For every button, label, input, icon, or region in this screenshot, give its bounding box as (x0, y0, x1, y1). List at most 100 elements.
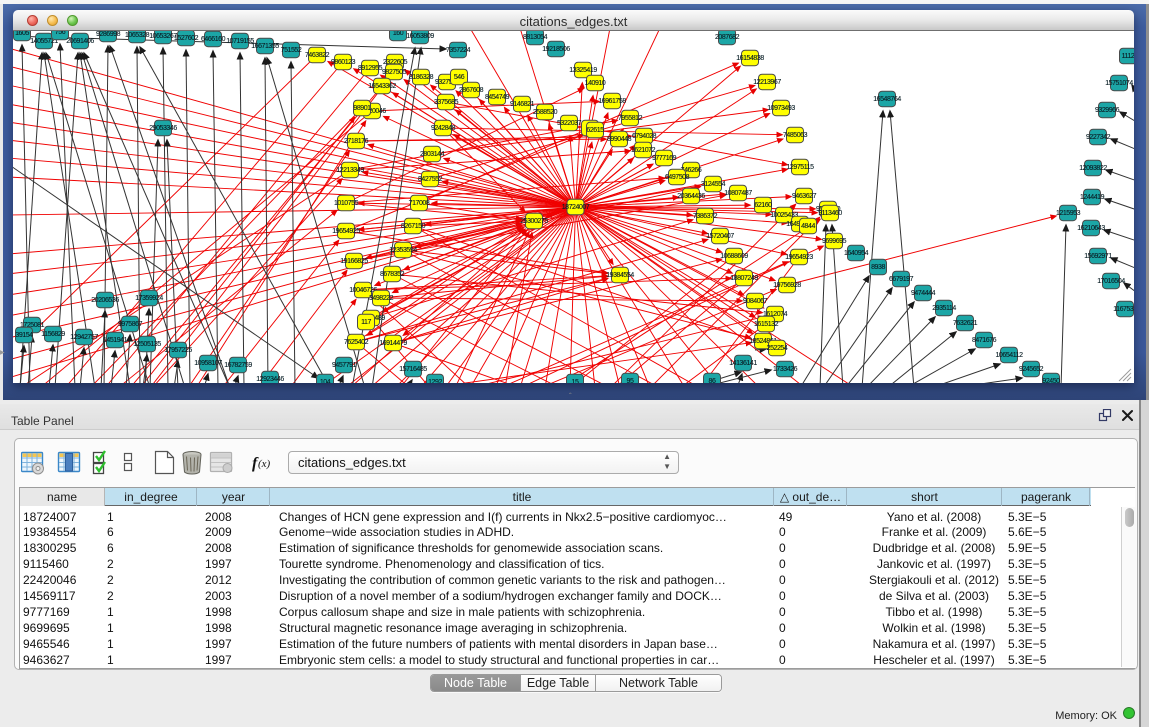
svg-text:9286998: 9286998 (96, 31, 121, 38)
svg-text:29053346: 29053346 (149, 125, 177, 132)
svg-text:12213967: 12213967 (753, 79, 781, 86)
svg-text:39154: 39154 (15, 332, 33, 339)
svg-text:19218506: 19218506 (542, 46, 570, 53)
svg-text:19654923: 19654923 (785, 254, 813, 261)
svg-text:1527602: 1527602 (174, 35, 199, 42)
svg-text:9242848: 9242848 (431, 125, 456, 132)
svg-text:15: 15 (572, 379, 579, 383)
svg-text:9084067: 9084067 (743, 298, 768, 305)
svg-text:13325419: 13325419 (569, 67, 597, 74)
svg-text:1112: 1112 (1122, 53, 1134, 60)
svg-text:6497508: 6497508 (665, 174, 690, 181)
svg-text:16154838: 16154838 (736, 55, 764, 62)
svg-text:7632621: 7632621 (953, 320, 978, 327)
svg-text:9463627: 9463627 (792, 193, 817, 200)
svg-text:16210643: 16210643 (1077, 225, 1105, 232)
svg-text:1640954: 1640954 (844, 250, 869, 257)
svg-text:15692971: 15692971 (1084, 253, 1112, 260)
svg-text:9329966: 9329966 (1095, 107, 1120, 114)
svg-text:12923446: 12923446 (256, 376, 284, 383)
svg-text:15716485: 15716485 (399, 366, 427, 373)
svg-text:10654112: 10654112 (995, 352, 1023, 359)
svg-text:12353594: 12353594 (389, 247, 417, 254)
svg-text:1244419: 1244419 (1080, 194, 1105, 201)
svg-text:1215953: 1215953 (1056, 210, 1081, 217)
svg-text:17957225: 17957225 (164, 347, 192, 354)
svg-text:(x): (x) (258, 458, 271, 470)
svg-text:9146821: 9146821 (510, 101, 535, 108)
svg-text:12505135: 12505135 (133, 341, 161, 348)
svg-text:10807487: 10807487 (724, 190, 752, 197)
svg-text:717008: 717008 (409, 200, 430, 207)
svg-text:9474444: 9474444 (911, 290, 936, 297)
svg-text:6679197: 6679197 (889, 276, 914, 283)
svg-text:9457791: 9457791 (332, 362, 357, 369)
svg-text:18724007: 18724007 (562, 204, 590, 211)
svg-text:2935114: 2935114 (932, 305, 956, 312)
svg-text:19166825: 19166825 (340, 258, 368, 265)
svg-text:12975115: 12975115 (786, 164, 814, 171)
svg-text:25300275: 25300275 (520, 218, 548, 225)
svg-text:8990448: 8990448 (607, 136, 632, 143)
svg-text:117: 117 (361, 319, 371, 326)
svg-text:7357224: 7357224 (446, 47, 471, 54)
svg-text:9227342: 9227342 (1086, 134, 1111, 141)
svg-text:16914479: 16914479 (379, 340, 407, 347)
svg-text:62160: 62160 (754, 202, 772, 209)
svg-text:9699695: 9699695 (822, 238, 847, 245)
svg-text:1733426: 1733426 (773, 366, 798, 373)
svg-text:12093822: 12093822 (1079, 165, 1107, 172)
svg-text:1605: 1605 (15, 31, 29, 37)
svg-text:6794028: 6794028 (632, 133, 657, 140)
svg-text:16053809: 16053809 (406, 33, 434, 40)
svg-text:8813054: 8813054 (523, 34, 548, 41)
svg-text:12213349: 12213349 (336, 167, 364, 174)
svg-text:17359924: 17359924 (135, 295, 163, 302)
svg-text:9245652: 9245652 (1019, 366, 1044, 373)
svg-text:9827505: 9827505 (382, 69, 407, 76)
svg-text:104: 104 (320, 379, 331, 383)
svg-text:7955812: 7955812 (618, 115, 643, 122)
svg-text:17016504: 17016504 (1097, 278, 1125, 285)
svg-text:1451941: 1451941 (103, 337, 128, 344)
svg-text:10958107: 10958107 (194, 360, 222, 367)
svg-text:6466160: 6466160 (201, 36, 226, 43)
svg-text:756: 756 (55, 31, 66, 36)
svg-text:19654925: 19654925 (332, 228, 360, 235)
svg-text:8427552: 8427552 (418, 176, 443, 183)
svg-text:19756928: 19756928 (773, 282, 801, 289)
svg-text:62615: 62615 (586, 127, 604, 134)
svg-text:19384554: 19384554 (606, 272, 634, 279)
svg-text:18807249: 18807249 (730, 275, 758, 282)
svg-text:9860123: 9860123 (331, 59, 356, 66)
svg-text:140910: 140910 (585, 80, 606, 87)
svg-text:7386372: 7386372 (693, 213, 718, 220)
svg-text:8471676: 8471676 (972, 337, 997, 344)
svg-text:15720407: 15720407 (706, 233, 734, 240)
svg-text:1621072: 1621072 (631, 147, 656, 154)
svg-text:1010755: 1010755 (334, 200, 359, 207)
svg-text:8267150: 8267150 (401, 223, 426, 230)
svg-text:7625402: 7625402 (344, 339, 369, 346)
svg-text:1615132: 1615132 (754, 321, 779, 328)
svg-text:10719155: 10719155 (226, 38, 254, 45)
svg-text:86: 86 (709, 378, 716, 383)
svg-text:1156829: 1156829 (41, 331, 65, 338)
svg-text:3124554: 3124554 (701, 181, 726, 188)
svg-text:3375685: 3375685 (434, 99, 459, 106)
svg-text:546: 546 (454, 74, 465, 81)
svg-text:2867608: 2867608 (459, 87, 484, 94)
svg-text:2803144: 2803144 (420, 151, 445, 158)
svg-text:7485063: 7485063 (783, 132, 808, 139)
svg-text:16782759: 16782759 (224, 362, 252, 369)
svg-text:7463822: 7463822 (305, 52, 330, 59)
svg-text:95: 95 (627, 378, 634, 383)
svg-text:16671355: 16671355 (251, 43, 279, 50)
svg-text:252254: 252254 (767, 345, 788, 352)
svg-text:8678352: 8678352 (380, 271, 405, 278)
svg-text:9113460: 9113460 (818, 210, 842, 217)
svg-text:5322037: 5322037 (557, 120, 582, 127)
svg-text:2588520: 2588520 (533, 109, 558, 116)
svg-text:20364436: 20364436 (677, 193, 705, 200)
svg-text:8938: 8938 (871, 264, 885, 271)
